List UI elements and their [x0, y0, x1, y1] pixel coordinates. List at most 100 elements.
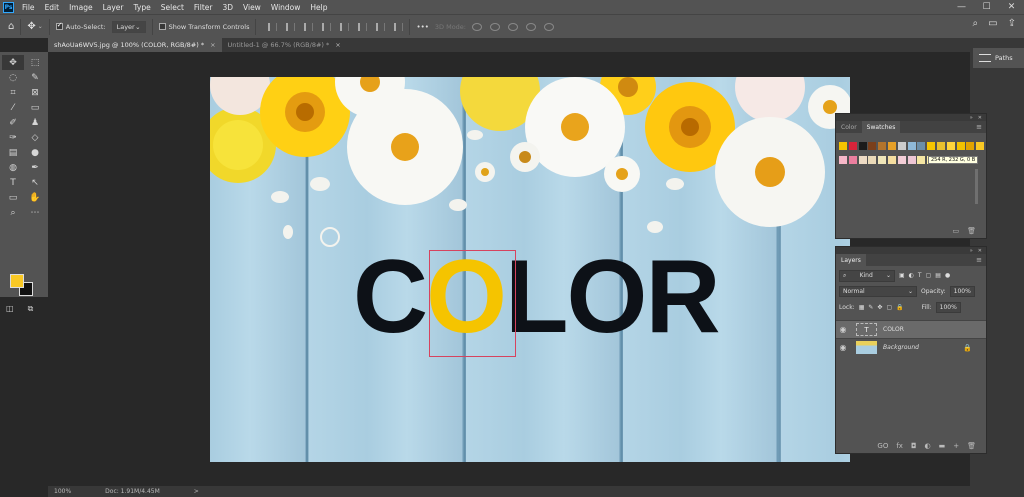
layer-name[interactable]: Background: [883, 344, 919, 351]
minimize-button[interactable]: —: [949, 0, 974, 14]
color-swatches[interactable]: [10, 274, 36, 298]
menu-filter[interactable]: Filter: [194, 3, 213, 12]
chevron-right-icon[interactable]: >: [194, 488, 199, 495]
kind-filter-dropdown[interactable]: ⌕ Kind ⌄: [839, 269, 895, 282]
blend-mode-dropdown[interactable]: Normal ⌄: [839, 286, 917, 297]
align-left-icon[interactable]: [268, 22, 278, 31]
clone-stamp-tool-icon[interactable]: ♟: [24, 115, 46, 130]
menu-type[interactable]: Type: [134, 3, 151, 12]
color-swatch[interactable]: [839, 156, 847, 164]
eyedropper-tool-icon[interactable]: ⁄: [2, 100, 24, 115]
3d-slide-icon[interactable]: [525, 22, 536, 31]
align-middle-icon[interactable]: [340, 22, 350, 31]
3d-roll-icon[interactable]: [489, 22, 500, 31]
quick-select-tool-icon[interactable]: ✎: [24, 70, 46, 85]
color-swatch[interactable]: [858, 156, 867, 164]
menu-window[interactable]: Window: [271, 3, 301, 12]
color-swatch[interactable]: [917, 156, 926, 164]
marquee-tool-icon[interactable]: ⬚: [24, 55, 46, 70]
color-swatch[interactable]: [848, 142, 857, 150]
menu-help[interactable]: Help: [310, 3, 327, 12]
tab-document-1[interactable]: shAoUa6WV5.jpg @ 100% (COLOR, RGB/8#) * …: [48, 38, 222, 52]
tab-swatches[interactable]: Swatches: [861, 121, 901, 133]
color-swatch[interactable]: [907, 156, 916, 164]
color-swatch[interactable]: [907, 142, 916, 150]
color-swatch[interactable]: [946, 142, 955, 150]
lock-transparent-icon[interactable]: ▦: [859, 304, 865, 311]
align-top-icon[interactable]: [322, 22, 332, 31]
color-swatch[interactable]: [868, 156, 877, 164]
more-options-button[interactable]: •••: [416, 23, 428, 31]
selection-bounding-box[interactable]: [429, 250, 516, 357]
menu-view[interactable]: View: [243, 3, 261, 12]
color-swatch[interactable]: [897, 156, 906, 164]
layer-row-background[interactable]: ◉ Background 🔒: [836, 338, 986, 356]
type-filter-icon[interactable]: T: [918, 272, 922, 279]
quick-mask-icon[interactable]: ◫: [6, 304, 14, 314]
panel-menu-icon[interactable]: ≡: [976, 256, 982, 264]
eye-icon[interactable]: ◉: [836, 343, 850, 352]
link-layers-icon[interactable]: GO: [877, 442, 888, 450]
color-swatch[interactable]: [936, 142, 945, 150]
panel-menu-icon[interactable]: ≡: [976, 123, 982, 131]
tab-color[interactable]: Color: [836, 121, 862, 133]
blur-tool-icon[interactable]: ●: [24, 145, 46, 160]
lock-artboard-icon[interactable]: ▢: [886, 304, 892, 311]
auto-select-checkbox[interactable]: Auto-Select:: [55, 21, 106, 31]
gradient-tool-icon[interactable]: ▤: [2, 145, 24, 160]
maximize-button[interactable]: ☐: [974, 0, 999, 14]
zoom-tool-icon[interactable]: ⌕: [2, 205, 24, 220]
share-icon[interactable]: ⇪: [1008, 18, 1016, 29]
healing-brush-tool-icon[interactable]: ▭: [24, 100, 46, 115]
hand-tool-icon[interactable]: ✋: [24, 190, 46, 205]
group-folder-icon[interactable]: ▬: [939, 442, 946, 450]
history-brush-tool-icon[interactable]: ✑: [2, 130, 24, 145]
fx-icon[interactable]: fx: [896, 442, 903, 450]
menu-file[interactable]: File: [22, 3, 35, 12]
new-group-icon[interactable]: ▭: [952, 227, 959, 235]
lasso-tool-icon[interactable]: ◌: [2, 70, 24, 85]
eraser-tool-icon[interactable]: ◇: [24, 130, 46, 145]
align-bottom-icon[interactable]: [358, 22, 368, 31]
filter-toggle-icon[interactable]: ●: [945, 272, 950, 279]
search-icon[interactable]: ⌕: [973, 18, 979, 29]
color-swatch[interactable]: [839, 142, 847, 150]
color-swatch[interactable]: [868, 142, 877, 150]
tab-layers[interactable]: Layers: [836, 254, 866, 266]
workspace-icon[interactable]: ▭: [988, 18, 997, 29]
show-transform-checkbox[interactable]: Show Transform Controls: [158, 23, 249, 31]
color-swatch[interactable]: [927, 142, 936, 150]
layer-name[interactable]: COLOR: [883, 326, 904, 333]
frame-tool-icon[interactable]: ⊠: [24, 85, 46, 100]
menu-3d[interactable]: 3D: [222, 3, 233, 12]
fill-input[interactable]: 100%: [935, 302, 961, 313]
close-button[interactable]: ✕: [999, 0, 1024, 14]
crop-tool-icon[interactable]: ⌗: [2, 85, 24, 100]
distribute-icon[interactable]: [376, 22, 386, 31]
layer-row-color[interactable]: ◉ T COLOR: [836, 320, 986, 338]
move-tool-icon[interactable]: ✥: [27, 21, 35, 32]
color-swatch[interactable]: [956, 142, 965, 150]
zoom-level[interactable]: 100%: [54, 488, 71, 495]
color-swatch[interactable]: [917, 142, 926, 150]
lock-image-icon[interactable]: ✎: [868, 304, 873, 311]
color-swatch[interactable]: [858, 142, 867, 150]
lock-position-icon[interactable]: ✥: [877, 304, 882, 311]
eye-icon[interactable]: ◉: [836, 325, 850, 334]
shape-filter-icon[interactable]: ▢: [926, 272, 932, 279]
align-center-icon[interactable]: [286, 22, 296, 31]
foreground-color-swatch[interactable]: [10, 274, 24, 288]
delete-layer-icon[interactable]: 🗑: [967, 442, 976, 450]
collapse-icon[interactable]: »: [970, 248, 973, 254]
new-layer-icon[interactable]: +: [953, 442, 959, 450]
pen-tool-icon[interactable]: ✒: [24, 160, 46, 175]
document-canvas[interactable]: COLOR: [210, 77, 850, 462]
menu-edit[interactable]: Edit: [45, 3, 60, 12]
close-icon[interactable]: ✕: [978, 115, 982, 121]
close-icon[interactable]: ×: [335, 41, 340, 49]
menu-layer[interactable]: Layer: [103, 3, 124, 12]
smart-object-filter-icon[interactable]: ▤: [935, 272, 941, 279]
dodge-tool-icon[interactable]: ◍: [2, 160, 24, 175]
opacity-input[interactable]: 100%: [949, 286, 975, 297]
paths-panel-button[interactable]: Paths: [973, 48, 1024, 68]
